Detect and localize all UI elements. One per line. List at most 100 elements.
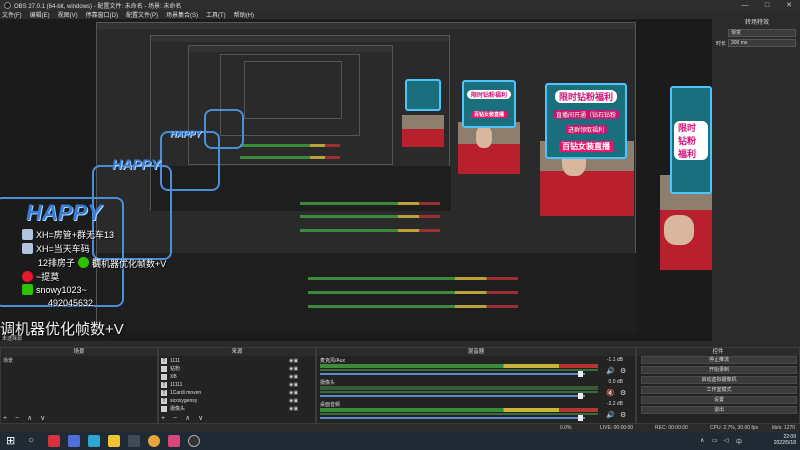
gear-icon[interactable]: ⚙	[620, 367, 628, 375]
volume-meter	[320, 408, 598, 412]
tray-ime-icon[interactable]: 中	[736, 437, 742, 446]
menu-scene-collection[interactable]: 场景集合(S)	[166, 10, 198, 19]
image-source-icon	[161, 373, 167, 380]
source-item[interactable]: T 1Cardi moven ◉▣	[161, 389, 301, 396]
live-timer: LIVE: 00:00:00	[600, 425, 634, 431]
sources-toolbar[interactable]: + − ∧ ∨	[161, 414, 206, 422]
title-bar: OBS 27.0.1 (64-bit, windows) - 配置文件: 未命名…	[0, 0, 800, 10]
clock[interactable]: 22:09 2022/5/18	[774, 434, 796, 446]
source-item[interactable]: T 11111 ◉▣	[161, 381, 301, 388]
wechat-icon	[78, 257, 90, 268]
sources-header: 来源	[159, 348, 315, 356]
menu-file[interactable]: 文件(F)	[2, 10, 22, 19]
overlay-caption-nested: 调机器优化帧数+V	[92, 259, 167, 269]
camera-source-icon	[161, 405, 167, 412]
wechat-icon	[22, 284, 33, 295]
group-icon	[22, 243, 33, 254]
mixer-channel-mic: 麦克风/Aux -1.1 dB 🔊 ⚙	[320, 357, 628, 377]
scene-item[interactable]: 场景	[3, 357, 13, 364]
visibility-eye-icon[interactable]: ◉▣	[289, 390, 301, 396]
source-item[interactable]: T 1111 ◉▣	[161, 357, 301, 364]
mixer-channel-camera: 摄像头 0.0 dB 🔇 ⚙	[320, 379, 628, 399]
audio-mixer-dock: 混音器 麦克风/Aux -1.1 dB 🔊 ⚙ 摄像头 0.0 dB 🔇 ⚙ 桌…	[316, 347, 636, 424]
happy-logo-nested-2: HAPPY	[170, 129, 202, 139]
volume-slider-handle[interactable]	[578, 393, 583, 399]
text-source-icon: T	[161, 381, 167, 388]
volume-slider-handle[interactable]	[578, 415, 583, 421]
preview-canvas[interactable]: 限时钻粉福利 限时钻粉福利 直播间开通（钻石钻粉 进群领取福利 百钻女装直播 限…	[0, 19, 712, 341]
gear-icon[interactable]: ⚙	[620, 389, 628, 397]
text-source-icon: T	[161, 397, 167, 404]
speaker-muted-icon[interactable]: 🔇	[606, 389, 615, 397]
settings-button[interactable]: 设置	[641, 396, 797, 404]
scenes-toolbar[interactable]: + − ∧ ∨	[3, 414, 48, 422]
overlay-line-4: ~提莫	[22, 270, 59, 283]
visibility-eye-icon[interactable]: ◉▣	[289, 398, 301, 404]
promo-board-small: 限时钻粉福利 百钻女装直播	[462, 80, 516, 128]
source-item[interactable]: 摄像头 ◉▣	[161, 405, 301, 412]
app-teal-icon[interactable]	[88, 435, 100, 447]
duration-input[interactable]: 300 ms	[728, 39, 796, 47]
menu-edit[interactable]: 编辑(E)	[30, 10, 50, 19]
app-blue-icon[interactable]	[68, 435, 80, 447]
camera-feed-small	[458, 122, 520, 174]
camera-feed-tiny	[402, 115, 444, 147]
speaker-icon[interactable]: 🔊	[606, 367, 615, 375]
tray-network-icon[interactable]: ▭	[712, 437, 718, 444]
controls-header: 控件	[637, 348, 799, 356]
app-dark-icon[interactable]	[128, 435, 140, 447]
visibility-eye-icon[interactable]: ◉▣	[289, 374, 301, 380]
speaker-icon[interactable]: 🔊	[606, 411, 615, 419]
mixer-channel-desktop: 桌面音频 -3.2 dB 🔊 ⚙	[320, 401, 628, 421]
volume-slider[interactable]	[320, 373, 585, 375]
exit-button[interactable]: 退出	[641, 406, 797, 414]
text-source-icon: T	[161, 389, 167, 396]
search-icon[interactable]: ○	[28, 435, 40, 447]
group-icon	[22, 229, 33, 240]
menu-profile[interactable]: 配置文件(P)	[126, 10, 158, 19]
menu-tools[interactable]: 工具(T)	[206, 10, 226, 19]
source-item[interactable]: 钻粉 ◉▣	[161, 365, 301, 372]
volume-slider[interactable]	[320, 395, 585, 397]
windows-icon[interactable]: ⊞	[6, 435, 18, 447]
volume-slider[interactable]	[320, 417, 585, 419]
menu-view[interactable]: 视图(V)	[58, 10, 78, 19]
transition-type-select[interactable]: 渐变	[728, 29, 796, 37]
minimize-button[interactable]: —	[734, 0, 756, 10]
stop-streaming-button[interactable]: 停止推流	[641, 356, 797, 364]
overlay-line-6: 492045632	[48, 298, 94, 308]
menu-docks[interactable]: 停靠窗口(D)	[86, 10, 118, 19]
studio-mode-button[interactable]: 工作室模式	[641, 386, 797, 394]
source-item[interactable]: XB ◉▣	[161, 373, 301, 380]
visibility-eye-icon[interactable]: ◉▣	[289, 358, 301, 364]
overlay-frame-tiny	[204, 109, 244, 149]
start-recording-button[interactable]: 开始录制	[641, 366, 797, 374]
no-source-selected: 未选择源	[2, 336, 23, 342]
window-controls: — □ ✕	[734, 0, 800, 10]
overlay-line-5: snowy1023~	[22, 284, 87, 295]
visibility-eye-icon[interactable]: ◉▣	[289, 382, 301, 388]
sources-dock: 来源 T 1111 ◉▣ 钻粉 ◉▣ XB ◉▣ T 11111 ◉▣ T 1Cardi mo…	[158, 347, 316, 424]
text-source-icon: T	[161, 357, 167, 364]
close-button[interactable]: ✕	[778, 0, 800, 10]
gear-icon[interactable]: ⚙	[620, 411, 628, 419]
app-red-icon[interactable]	[48, 435, 60, 447]
overlay-line-2: XH=当天车码	[22, 242, 90, 255]
menu-bar: 文件(F) 编辑(E) 视图(V) 停靠窗口(D) 配置文件(P) 场景集合(S…	[0, 10, 560, 19]
source-item[interactable]: Tsicosygensy ◉▣	[161, 397, 301, 404]
visibility-eye-icon[interactable]: ◉▣	[289, 366, 301, 372]
happy-logo: HAPPY	[26, 200, 102, 225]
volume-slider-handle[interactable]	[578, 371, 583, 377]
cpu-fps: CPU: 2.7%, 30.00 fps	[710, 425, 759, 431]
visibility-eye-icon[interactable]: ◉▣	[289, 406, 301, 412]
tray-chevron-icon[interactable]: ∧	[700, 437, 704, 444]
obs-window: OBS 27.0.1 (64-bit, windows) - 配置文件: 未命名…	[0, 0, 800, 450]
tray-volume-icon[interactable]: ◁	[724, 437, 729, 444]
start-virtual-camera-button[interactable]: 启动虚拟摄像机	[641, 376, 797, 384]
obs-icon[interactable]	[188, 435, 200, 447]
app-pink-icon[interactable]	[168, 435, 180, 447]
menu-help[interactable]: 帮助(H)	[234, 10, 254, 19]
maximize-button[interactable]: □	[756, 0, 778, 10]
folder-icon[interactable]	[108, 435, 120, 447]
chrome-icon[interactable]	[148, 435, 160, 447]
